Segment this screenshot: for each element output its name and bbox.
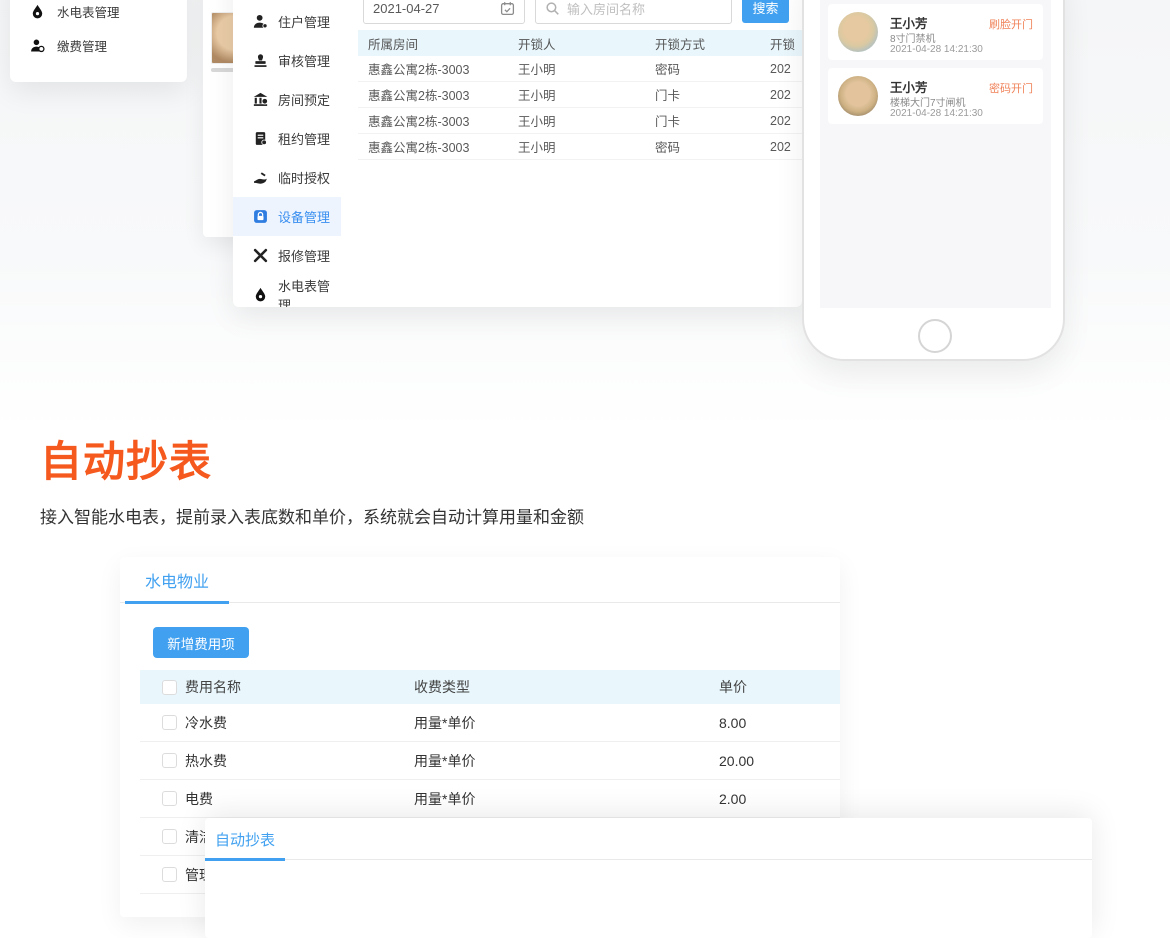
active-tab-underline — [125, 601, 229, 604]
fee-row: 冷水费 用量*单价 8.00 — [140, 704, 840, 742]
payment-icon — [30, 38, 45, 53]
audit-icon — [253, 53, 268, 68]
row-checkbox[interactable] — [162, 829, 177, 844]
col-room: 所属房间 — [358, 34, 518, 53]
fee-header-row: 费用名称 收费类型 单价 — [140, 670, 840, 704]
lease-icon — [253, 131, 268, 146]
row-checkbox[interactable] — [162, 867, 177, 882]
unlock-record-table: 所属房间 开锁人 开锁方式 开锁 惠鑫公寓2栋-3003 王小明 密码 202 … — [358, 30, 802, 160]
room-search-input[interactable]: 输入房间名称 — [535, 0, 732, 24]
search-button[interactable]: 搜索 — [742, 0, 789, 23]
add-fee-button[interactable]: 新增费用项 — [153, 627, 249, 658]
tab-bar: 水电物业 — [120, 557, 840, 603]
phone-screen: 王小芳 8寸门禁机 2021-04-28 14:21:30 刷脸开门 王小芳 楼… — [820, 0, 1051, 308]
timestamp: 2021-04-28 14:21:30 — [890, 108, 983, 119]
col-fee-name: 费用名称 — [185, 677, 241, 697]
col-fee-type: 收费类型 — [414, 677, 719, 697]
tab-auto-meter[interactable]: 自动抄表 — [205, 818, 285, 860]
tab-utilities[interactable]: 水电物业 — [125, 557, 229, 603]
calendar-icon[interactable] — [500, 1, 515, 16]
repair-icon — [253, 248, 268, 263]
col-time: 开锁 — [770, 34, 802, 53]
mini-sidebar-card: 报修管理 水电表管理 缴费管理 — [10, 0, 187, 82]
room-booking-icon — [253, 92, 268, 107]
avatar — [838, 12, 878, 52]
unlock-method-badge: 刷脸开门 — [989, 16, 1033, 32]
table-header-row: 所属房间 开锁人 开锁方式 开锁 — [358, 30, 802, 56]
panel-content: 2021-04-27 输入房间名称 搜索 所属房间 开锁人 开锁方式 开锁 惠鑫… — [341, 0, 802, 307]
select-all-checkbox[interactable] — [162, 680, 177, 695]
timestamp: 2021-04-28 14:21:30 — [890, 44, 983, 55]
unlock-notification: 王小芳 8寸门禁机 2021-04-28 14:21:30 刷脸开门 — [828, 4, 1043, 60]
fee-row: 热水费 用量*单价 20.00 — [140, 742, 840, 780]
sidebar-item-label: 住户管理 — [278, 12, 330, 31]
col-unlocker: 开锁人 — [518, 34, 655, 53]
avatar — [838, 76, 878, 116]
sidebar-item-label: 临时授权 — [278, 168, 330, 187]
sidebar-item-water-meter[interactable]: 水电表管理 — [233, 275, 341, 307]
tab-label: 水电物业 — [145, 568, 209, 592]
sidebar: 住户管理 审核管理 房间预定 租约管理 临时授权 — [233, 0, 341, 307]
phone-mockup: 王小芳 8寸门禁机 2021-04-28 14:21:30 刷脸开门 王小芳 楼… — [802, 0, 1065, 361]
sidebar-item-label: 租约管理 — [278, 129, 330, 148]
sidebar-item-label: 水电表管理 — [278, 276, 341, 308]
admin-panel: 住户管理 审核管理 房间预定 租约管理 临时授权 — [233, 0, 802, 307]
mini-item-label: 缴费管理 — [57, 36, 107, 55]
section-subtitle: 接入智能水电表，提前录入表底数和单价，系统就会自动计算用量和金额 — [40, 503, 584, 528]
temp-auth-icon — [253, 170, 268, 185]
sidebar-item-label: 房间预定 — [278, 90, 330, 109]
active-tab-underline — [205, 858, 285, 861]
sidebar-item-label: 审核管理 — [278, 51, 330, 70]
home-button-icon — [918, 319, 952, 353]
resident-icon — [253, 14, 268, 29]
section-title: 自动抄表 — [40, 428, 212, 489]
table-row: 惠鑫公寓2栋-3003 王小明 密码 202 — [358, 134, 802, 160]
water-meter-icon — [253, 287, 268, 302]
col-unit-price: 单价 — [719, 677, 840, 697]
auto-meter-card: 自动抄表 — [205, 818, 1092, 938]
col-method: 开锁方式 — [655, 34, 770, 53]
tab-bar: 自动抄表 — [205, 818, 1092, 860]
row-checkbox[interactable] — [162, 753, 177, 768]
unlock-notification: 王小芳 楼梯大门7寸闸机 2021-04-28 14:21:30 密码开门 — [828, 68, 1043, 124]
search-icon — [545, 1, 560, 16]
sidebar-item-label: 设备管理 — [278, 207, 330, 226]
sidebar-item-lease[interactable]: 租约管理 — [233, 119, 341, 158]
device-name: 楼梯大门7寸闸机 — [890, 94, 966, 109]
sidebar-item-room-booking[interactable]: 房间预定 — [233, 80, 341, 119]
sidebar-item-audit[interactable]: 审核管理 — [233, 41, 341, 80]
sidebar-item-resident[interactable]: 住户管理 — [233, 2, 341, 41]
date-input[interactable]: 2021-04-27 — [363, 0, 525, 24]
search-placeholder: 输入房间名称 — [567, 0, 645, 18]
fee-row: 电费 用量*单价 2.00 — [140, 780, 840, 818]
row-checkbox[interactable] — [162, 715, 177, 730]
unlock-method-badge: 密码开门 — [989, 80, 1033, 96]
date-value: 2021-04-27 — [373, 1, 440, 16]
mini-item-payment[interactable]: 缴费管理 — [10, 28, 187, 62]
sidebar-item-temp-auth[interactable]: 临时授权 — [233, 158, 341, 197]
table-row: 惠鑫公寓2栋-3003 王小明 门卡 202 — [358, 82, 802, 108]
sidebar-item-repair[interactable]: 报修管理 — [233, 236, 341, 275]
water-meter-icon — [30, 4, 45, 19]
tab-label: 自动抄表 — [215, 829, 275, 850]
device-name: 8寸门禁机 — [890, 30, 936, 45]
sidebar-item-label: 报修管理 — [278, 246, 330, 265]
table-row: 惠鑫公寓2栋-3003 王小明 密码 202 — [358, 56, 802, 82]
sidebar-item-device[interactable]: 设备管理 — [233, 197, 341, 236]
row-checkbox[interactable] — [162, 791, 177, 806]
mini-item-label: 水电表管理 — [57, 2, 120, 21]
table-row: 惠鑫公寓2栋-3003 王小明 门卡 202 — [358, 108, 802, 134]
mini-item-water-meter[interactable]: 水电表管理 — [10, 0, 187, 28]
device-icon — [253, 209, 268, 224]
